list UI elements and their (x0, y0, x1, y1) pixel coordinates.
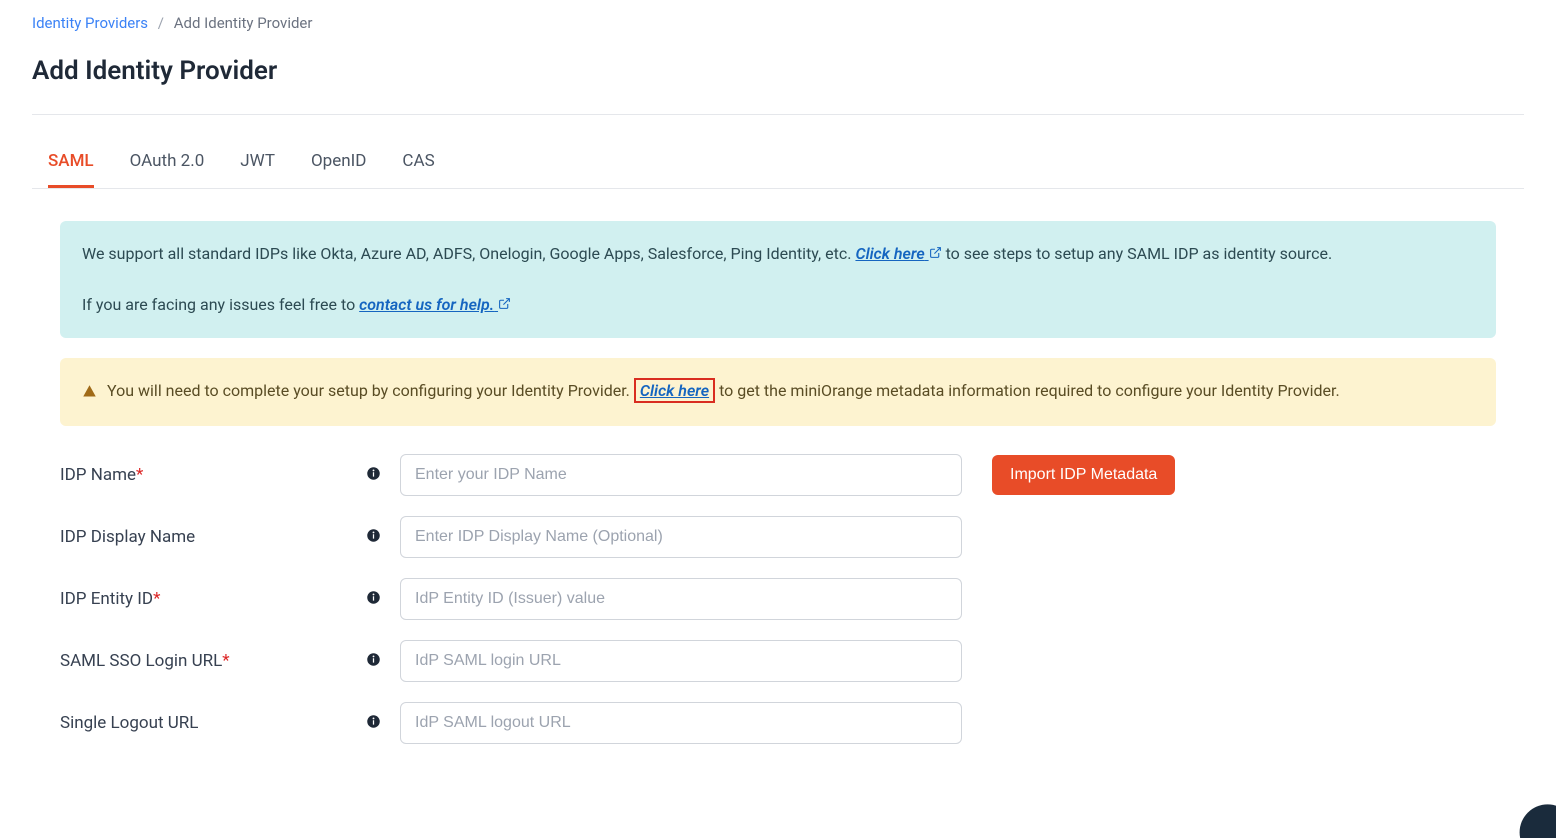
info-text-1a: We support all standard IDPs like Okta, … (82, 244, 855, 263)
warn-text-post: to get the miniOrange metadata informati… (715, 381, 1340, 400)
info-text-2a: If you are facing any issues feel free t… (82, 295, 359, 314)
breadcrumb-current: Add Identity Provider (174, 14, 313, 32)
input-idp-entity-id[interactable] (400, 578, 962, 620)
tab-openid[interactable]: OpenID (311, 139, 366, 188)
label-idp-entity-id: IDP Entity ID* (60, 589, 360, 609)
breadcrumb-separator: / (158, 14, 164, 32)
form-row-saml-sso-url: SAML SSO Login URL* (60, 640, 1496, 682)
breadcrumb-parent-link[interactable]: Identity Providers (32, 14, 148, 32)
tab-cas[interactable]: CAS (402, 139, 434, 188)
external-link-icon (929, 241, 942, 267)
input-single-logout-url[interactable] (400, 702, 962, 744)
tab-oauth2[interactable]: OAuth 2.0 (130, 139, 205, 188)
warn-link-metadata[interactable]: Click here (634, 378, 715, 403)
info-icon[interactable] (366, 466, 381, 485)
info-icon[interactable] (366, 652, 381, 671)
form-row-idp-entity-id: IDP Entity ID* (60, 578, 1496, 620)
label-idp-name: IDP Name* (60, 465, 360, 485)
input-idp-display-name[interactable] (400, 516, 962, 558)
form-row-idp-display-name: IDP Display Name (60, 516, 1496, 558)
input-idp-name[interactable] (400, 454, 962, 496)
info-link-contact[interactable]: contact us for help. (359, 295, 511, 314)
info-icon[interactable] (366, 714, 381, 733)
breadcrumb: Identity Providers / Add Identity Provid… (32, 14, 1524, 32)
page-title: Add Identity Provider (32, 56, 1524, 86)
tab-saml[interactable]: SAML (48, 139, 94, 188)
floating-action-button[interactable] (1520, 804, 1556, 838)
import-metadata-button[interactable]: Import IDP Metadata (992, 455, 1175, 495)
tabs-container: SAML OAuth 2.0 JWT OpenID CAS (32, 139, 1524, 189)
info-icon[interactable] (366, 590, 381, 609)
label-saml-sso-url: SAML SSO Login URL* (60, 651, 360, 671)
label-single-logout-url: Single Logout URL (60, 713, 360, 733)
input-saml-sso-url[interactable] (400, 640, 962, 682)
label-idp-display-name: IDP Display Name (60, 527, 360, 547)
info-alert: We support all standard IDPs like Okta, … (60, 221, 1496, 338)
info-text-1b: to see steps to setup any SAML IDP as id… (942, 244, 1333, 263)
external-link-icon (498, 292, 511, 318)
warning-icon (82, 381, 97, 407)
info-link-setup[interactable]: Click here (855, 244, 941, 263)
warning-alert: You will need to complete your setup by … (60, 358, 1496, 427)
warn-text-pre: You will need to complete your setup by … (107, 381, 634, 400)
form-row-idp-name: IDP Name* Import IDP Metadata (60, 454, 1496, 496)
info-icon[interactable] (366, 528, 381, 547)
form-row-single-logout-url: Single Logout URL (60, 702, 1496, 744)
page-divider (32, 114, 1524, 115)
idp-form: IDP Name* Import IDP Metadata IDP Displa… (60, 454, 1496, 744)
tab-jwt[interactable]: JWT (240, 139, 275, 188)
